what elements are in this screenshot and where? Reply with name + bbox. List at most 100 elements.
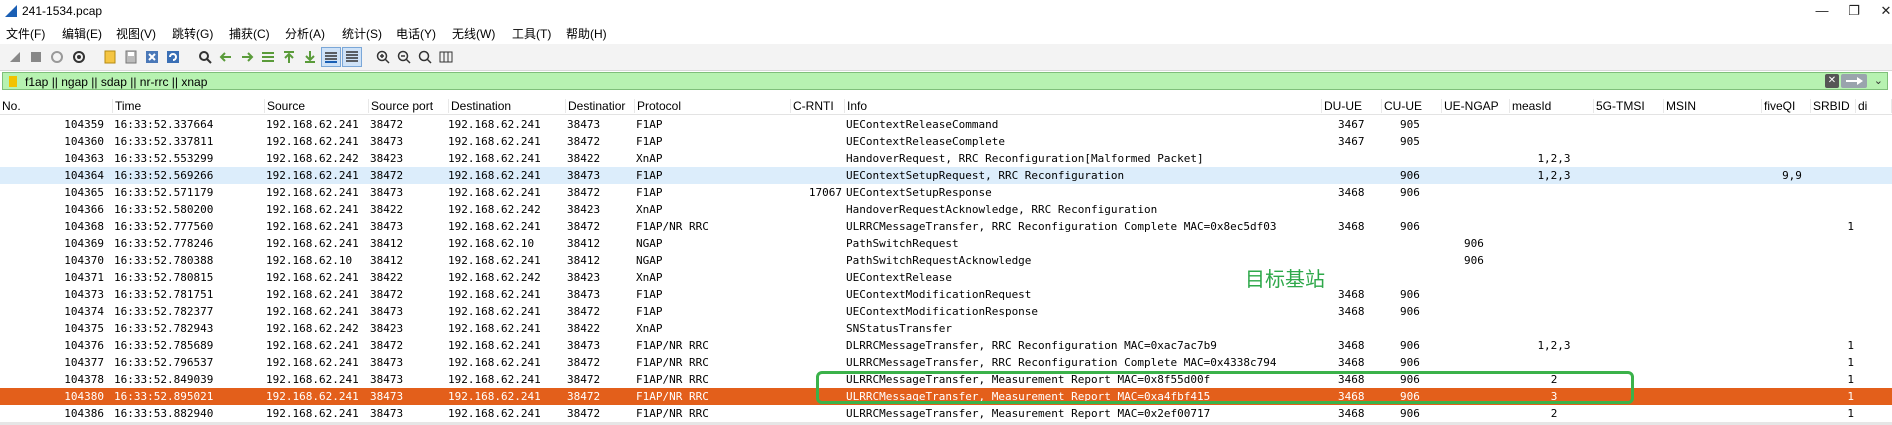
packet-row[interactable]: 104377 16:33:52.796537 192.168.62.241 38473… [0,354,1892,371]
resize-columns-icon[interactable] [437,48,455,66]
zoom-normal-icon[interactable] [416,48,434,66]
column-header-dest-port[interactable]: Destinatior [566,99,635,113]
column-header-more[interactable]: di [1856,99,1892,113]
colorize-icon[interactable] [342,47,362,67]
go-back-icon[interactable] [217,48,235,66]
cell-info: HandoverRequest, RRC Reconfiguration[Mal… [846,152,1204,165]
menu-capture[interactable]: 捕获(C) [229,25,270,42]
cell-dport: 38412 [567,237,601,250]
packet-row[interactable]: 104365 16:33:52.571179 192.168.62.241 38473… [0,184,1892,201]
reload-file-icon[interactable] [164,48,182,66]
column-header-srbid[interactable]: SRBID [1811,99,1856,113]
packet-row[interactable]: 104371 16:33:52.780815 192.168.62.241 38422… [0,269,1892,286]
column-header-source-port[interactable]: Source port [369,99,449,113]
column-header-du-ue[interactable]: DU-UE [1322,99,1382,113]
open-file-icon[interactable] [101,48,119,66]
cell-proto: XnAP [636,203,663,216]
packet-row[interactable]: 104360 16:33:52.337811 192.168.62.241 38473… [0,133,1892,150]
clear-filter-icon[interactable]: ✕ [1825,74,1839,88]
close-file-icon[interactable] [143,48,161,66]
menu-go[interactable]: 跳转(G) [172,25,213,42]
column-header-source[interactable]: Source [265,99,369,113]
cell-proto: F1AP/NR RRC [636,390,709,403]
column-header-protocol[interactable]: Protocol [635,99,791,113]
go-to-packet-icon[interactable] [259,48,277,66]
restore-button[interactable]: ❐ [1840,1,1868,21]
restart-capture-icon[interactable] [48,48,66,66]
cell-src: 192.168.62.241 [266,390,359,403]
cell-src: 192.168.62.241 [266,407,359,420]
packet-row[interactable]: 104375 16:33:52.782943 192.168.62.242 38423… [0,320,1892,337]
packet-row[interactable]: 104364 16:33:52.569266 192.168.62.241 38472… [0,167,1892,184]
cell-dst: 192.168.62.241 [448,288,541,301]
cell-dport: 38472 [567,305,601,318]
menu-wireless[interactable]: 无线(W) [452,25,495,42]
cell-src: 192.168.62.10 [266,254,353,267]
display-filter-text[interactable]: f1ap || ngap || sdap || nr-rrc || xnap [25,75,207,89]
packet-row[interactable]: 104363 16:33:52.553299 192.168.62.242 38423… [0,150,1892,167]
packet-row[interactable]: 104374 16:33:52.782377 192.168.62.241 38473… [0,303,1892,320]
capture-options-icon[interactable] [70,48,88,66]
cell-sport: 38473 [370,135,404,148]
column-header-c-rnti[interactable]: C-RNTI [791,99,845,113]
menu-file[interactable]: 文件(F) [6,25,45,42]
packet-row[interactable]: 104386 16:33:53.882940 192.168.62.241 38473… [0,405,1892,422]
cell-srbid: 1 [1847,373,1854,386]
menu-view[interactable]: 视图(V) [116,25,156,42]
bookmark-icon[interactable] [9,76,17,87]
menu-help[interactable]: 帮助(H) [566,25,607,42]
start-capture-icon[interactable] [6,48,24,66]
menu-edit[interactable]: 编辑(E) [62,25,102,42]
zoom-in-icon[interactable] [374,48,392,66]
cell-time: 16:33:52.785689 [114,339,214,352]
column-header-cu-ue[interactable]: CU-UE [1382,99,1442,113]
go-forward-icon[interactable] [238,48,256,66]
apply-filter-icon[interactable] [1841,74,1867,88]
menu-telephony[interactable]: 电话(Y) [396,25,436,42]
column-header-measid[interactable]: measId [1510,99,1594,113]
cell-measid: 1,2,3 [1537,152,1571,165]
column-header-time[interactable]: Time [113,99,265,113]
cell-time: 16:33:52.782943 [114,322,214,335]
cell-dport: 38472 [567,407,601,420]
column-header-fiveqi[interactable]: fiveQI [1762,99,1811,113]
column-header-5g-tmsi[interactable]: 5G-TMSI [1594,99,1664,113]
packet-row[interactable]: 104369 16:33:52.778246 192.168.62.241 38412… [0,235,1892,252]
cell-sport: 38473 [370,356,404,369]
column-header-destination[interactable]: Destination [449,99,566,113]
filter-history-dropdown-icon[interactable]: ⌄ [1874,74,1883,87]
packet-row[interactable]: 104366 16:33:52.580200 192.168.62.241 38422… [0,201,1892,218]
go-last-icon[interactable] [301,48,319,66]
menu-analyze[interactable]: 分析(A) [285,25,325,42]
menu-tools[interactable]: 工具(T) [512,25,551,42]
packet-row[interactable]: 104368 16:33:52.777560 192.168.62.241 38473… [0,218,1892,235]
minimize-button[interactable]: — [1808,1,1836,21]
column-header-no[interactable]: No. [0,99,113,113]
menu-statistics[interactable]: 统计(S) [342,25,382,42]
cell-proto: F1AP [636,288,663,301]
column-header-info[interactable]: Info [845,99,1322,113]
cell-measid: 2 [1550,407,1558,420]
cell-src: 192.168.62.241 [266,169,359,182]
cell-sport: 38422 [370,271,404,284]
save-file-icon[interactable] [122,48,140,66]
cell-no: 104373 [64,288,104,301]
autoscroll-icon[interactable] [321,47,341,67]
close-window-button[interactable]: ✕ [1872,1,1892,21]
find-packet-icon[interactable] [196,48,214,66]
packet-row[interactable]: 104373 16:33:52.781751 192.168.62.241 38472… [0,286,1892,303]
stop-capture-icon[interactable] [27,48,45,66]
display-filter-input[interactable]: f1ap || ngap || sdap || nr-rrc || xnap ✕… [2,72,1888,90]
cell-no: 104366 [64,203,104,216]
column-header-ue-ngap[interactable]: UE-NGAP [1442,99,1510,113]
column-header-msin[interactable]: MSIN [1664,99,1762,113]
packet-row[interactable]: 104370 16:33:52.780388 192.168.62.10 38412 1… [0,252,1892,269]
cell-src: 192.168.62.241 [266,135,359,148]
packet-row[interactable]: 104376 16:33:52.785689 192.168.62.241 38472… [0,337,1892,354]
zoom-out-icon[interactable] [395,48,413,66]
cell-dport: 38472 [567,186,601,199]
cell-no: 104386 [64,407,104,420]
go-first-icon[interactable] [280,48,298,66]
packet-row[interactable]: 104359 16:33:52.337664 192.168.62.241 38472… [0,116,1892,133]
cell-time: 16:33:52.782377 [114,305,214,318]
